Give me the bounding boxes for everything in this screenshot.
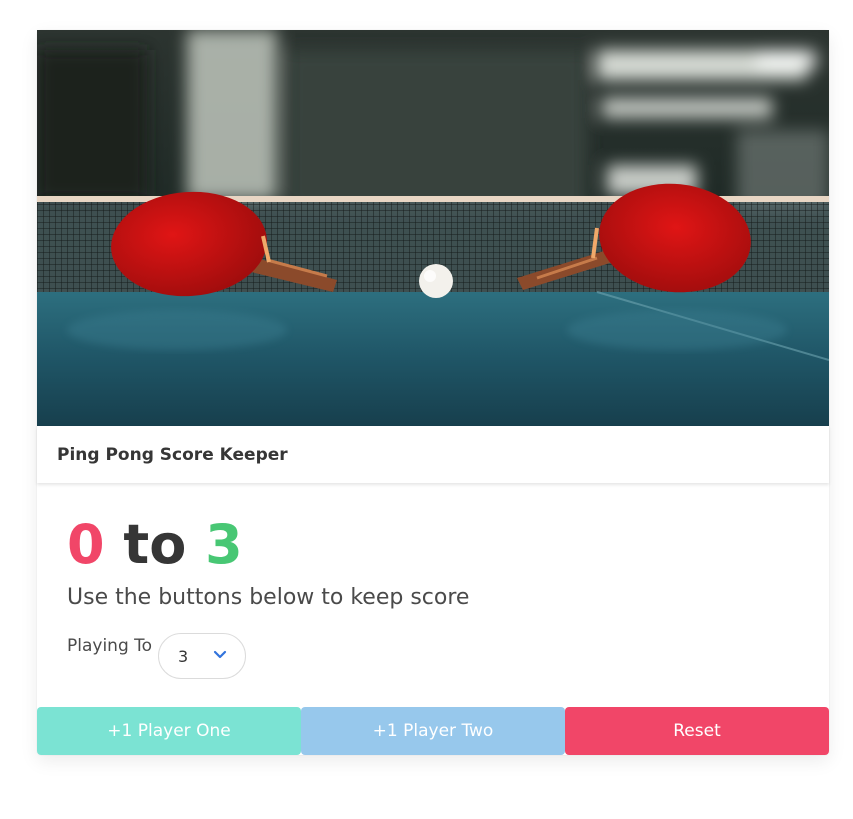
card-image bbox=[37, 30, 829, 426]
player-two-button[interactable]: +1 Player Two bbox=[301, 707, 565, 755]
app-title: Ping Pong Score Keeper bbox=[57, 444, 288, 465]
card-content: 0 to 3 Use the buttons below to keep sco… bbox=[37, 483, 829, 707]
score-separator: to bbox=[123, 513, 187, 576]
ping-pong-ball bbox=[419, 264, 453, 298]
playing-to-select[interactable]: 3 bbox=[158, 633, 247, 679]
instructions-text: Use the buttons below to keep score bbox=[67, 585, 470, 610]
player-two-score: 3 bbox=[205, 513, 243, 576]
player-one-button[interactable]: +1 Player One bbox=[37, 707, 301, 755]
player-one-score: 0 bbox=[67, 513, 105, 576]
playing-to-row: Playing To 3 bbox=[67, 633, 799, 679]
playing-to-label: Playing To bbox=[67, 636, 153, 656]
card-header: Ping Pong Score Keeper bbox=[37, 426, 829, 483]
chevron-down-icon bbox=[213, 650, 227, 659]
playing-to-value: 3 bbox=[178, 646, 189, 666]
reset-button[interactable]: Reset bbox=[565, 707, 829, 755]
card-footer: +1 Player One +1 Player Two Reset bbox=[37, 707, 829, 755]
score-keeper-card: Ping Pong Score Keeper 0 to 3 Use the bu… bbox=[37, 30, 829, 755]
score-display: 0 to 3 bbox=[67, 515, 799, 575]
ping-pong-photo bbox=[37, 30, 829, 426]
